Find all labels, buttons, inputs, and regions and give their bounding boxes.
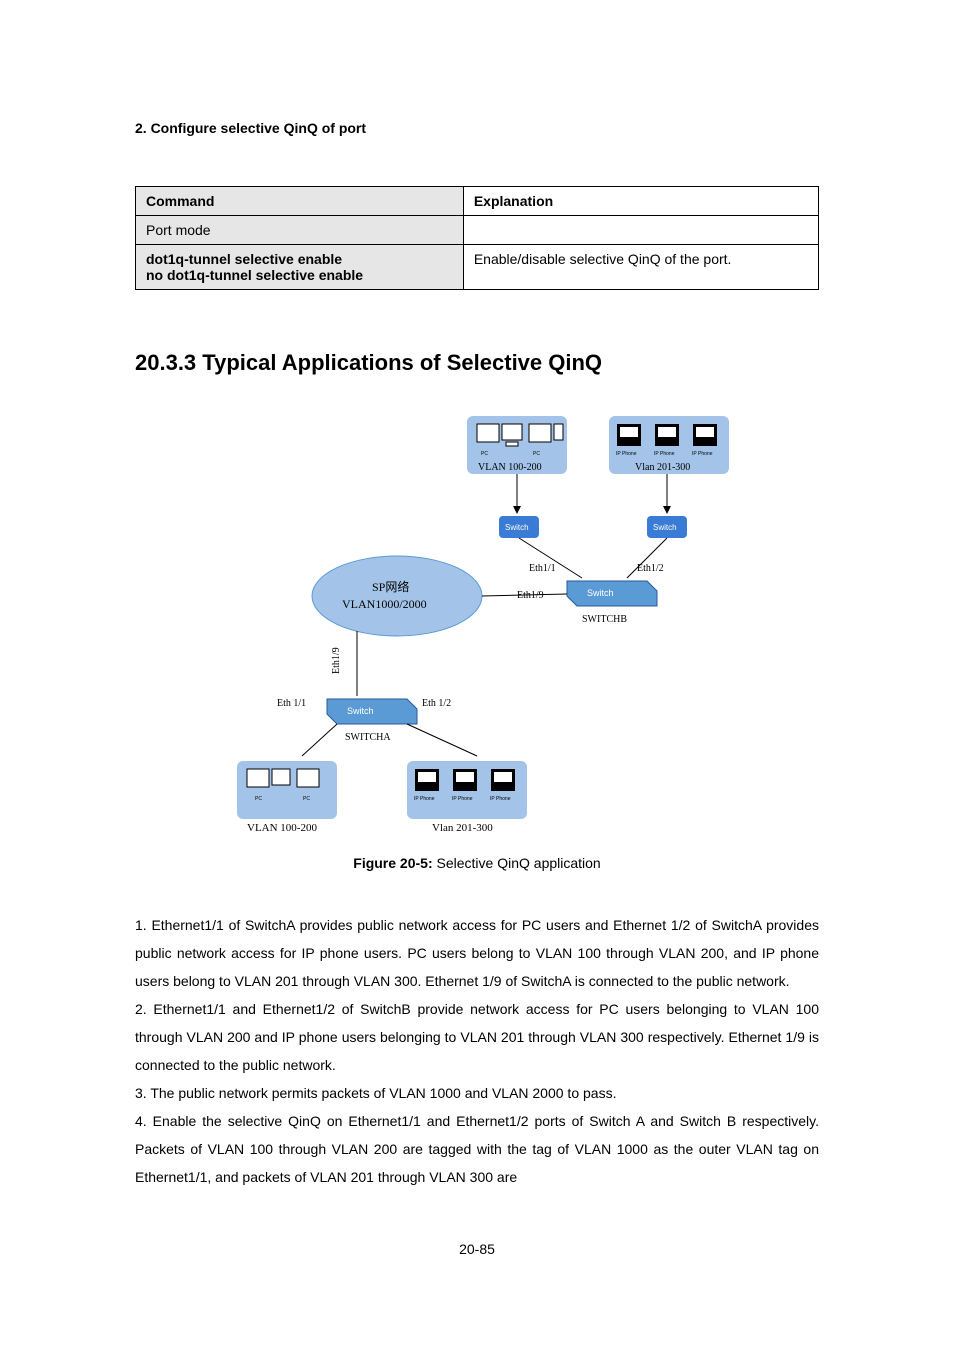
eth19-label-a: Eth1/9 <box>331 647 342 674</box>
pc-label: PC <box>533 451 540 457</box>
figure-label: Figure 20-5: <box>353 855 436 871</box>
switcha-label: SWITCHA <box>345 732 391 743</box>
switchb-label: SWITCHB <box>582 614 627 625</box>
small-switch-top-right: Switch <box>647 516 687 538</box>
cmd-enable: dot1q-tunnel selective enable <box>146 251 453 267</box>
table-cell-explanation: Enable/disable selective QinQ of the por… <box>463 245 818 290</box>
figure-text: Selective QinQ application <box>437 855 601 871</box>
body-text: 1. Ethernet1/1 of SwitchA provides publi… <box>135 911 819 1191</box>
vlan-pc-label-bottom: VLAN 100-200 <box>247 822 317 834</box>
section-heading: 20.3.3 Typical Applications of Selective… <box>135 350 819 376</box>
table-cell-empty <box>463 216 818 245</box>
switcha: Switch <box>327 699 417 724</box>
table-header-explanation: Explanation <box>463 187 818 216</box>
page: 2. Configure selective QinQ of port Comm… <box>0 0 954 1350</box>
sp-cloud <box>312 556 482 636</box>
vlan-pc-label-top: VLAN 100-200 <box>478 462 542 473</box>
paragraph-2: 2. Ethernet1/1 and Ethernet1/2 of Switch… <box>135 995 819 1079</box>
subsection-title: 2. Configure selective QinQ of port <box>135 120 819 136</box>
cmd-disable: no dot1q-tunnel selective enable <box>146 267 453 283</box>
sp-label2: VLAN1000/2000 <box>342 597 427 611</box>
svg-text:Switch: Switch <box>587 588 614 598</box>
network-diagram-svg: PC PC VLAN 100-200 IP Phone IP Phone IP … <box>217 406 737 836</box>
eth12-label-b: Eth1/2 <box>637 563 664 574</box>
paragraph-1: 1. Ethernet1/1 of SwitchA provides publi… <box>135 911 819 995</box>
eth11-label-a: Eth 1/1 <box>277 698 306 709</box>
svg-text:IP Phone: IP Phone <box>692 451 713 457</box>
figure-caption: Figure 20-5: Selective QinQ application <box>135 855 819 871</box>
page-number: 20-85 <box>135 1241 819 1257</box>
vlan-phone-label-top: Vlan 201-300 <box>635 462 690 473</box>
diagram: PC PC VLAN 100-200 IP Phone IP Phone IP … <box>135 406 819 841</box>
svg-text:IP Phone: IP Phone <box>616 451 637 457</box>
vlan-phone-label-bottom: Vlan 201-300 <box>432 822 493 834</box>
svg-text:IP Phone: IP Phone <box>654 451 675 457</box>
svg-text:PC: PC <box>303 796 310 802</box>
table-header-command: Command <box>136 187 464 216</box>
eth12-label-a: Eth 1/2 <box>422 698 451 709</box>
command-table: Command Explanation Port mode dot1q-tunn… <box>135 186 819 290</box>
paragraph-3: 3. The public network permits packets of… <box>135 1079 819 1107</box>
pc-label: PC <box>481 451 488 457</box>
paragraph-4: 4. Enable the selective QinQ on Ethernet… <box>135 1107 819 1191</box>
svg-text:Switch: Switch <box>347 706 374 716</box>
eth11-label-b: Eth1/1 <box>529 563 556 574</box>
svg-text:IP Phone: IP Phone <box>490 796 511 802</box>
svg-text:Switch: Switch <box>653 523 677 532</box>
svg-text:Switch: Switch <box>505 523 529 532</box>
svg-text:IP Phone: IP Phone <box>452 796 473 802</box>
svg-text:PC: PC <box>255 796 262 802</box>
table-cell-portmode: Port mode <box>136 216 464 245</box>
svg-text:IP Phone: IP Phone <box>414 796 435 802</box>
table-cell-commands: dot1q-tunnel selective enable no dot1q-t… <box>136 245 464 290</box>
small-switch-top-left: Switch <box>499 516 539 538</box>
switchb: Switch <box>567 581 657 606</box>
sp-label1: SP网络 <box>372 579 409 594</box>
